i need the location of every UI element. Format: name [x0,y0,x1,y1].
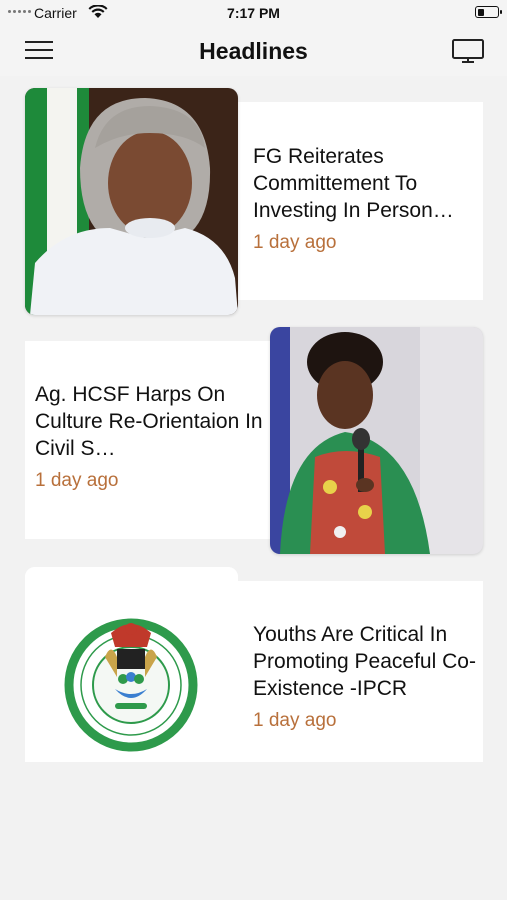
article-title[interactable]: FG Reiterates Committement To Investing … [253,143,475,224]
battery-icon [475,6,502,18]
tv-icon[interactable] [452,38,484,64]
article-card[interactable]: Youths Are Critical In Promoting Peacefu… [0,566,507,794]
article-thumbnail[interactable] [25,88,238,315]
article-thumbnail[interactable] [270,327,483,554]
article-timestamp: 1 day ago [35,470,119,491]
article-title[interactable]: Ag. HCSF Harps On Culture Re-Orientaion … [35,381,263,462]
status-bar: Carrier 7:17 PM [0,0,507,26]
article-timestamp: 1 day ago [253,710,337,731]
status-time: 7:17 PM [227,5,280,21]
article-title[interactable]: Youths Are Critical In Promoting Peacefu… [253,621,478,702]
page-title: Headlines [199,38,308,64]
article-text[interactable]: FG Reiterates Committement To Investing … [253,143,475,254]
article-text[interactable]: Ag. HCSF Harps On Culture Re-Orientaion … [35,381,263,492]
article-text[interactable]: Youths Are Critical In Promoting Peacefu… [253,621,478,732]
article-thumbnail[interactable] [25,567,238,794]
article-card[interactable]: FG Reiterates Committement To Investing … [0,88,507,315]
navigation-bar: Headlines [0,26,507,76]
article-timestamp: 1 day ago [253,232,337,253]
article-card[interactable]: Ag. HCSF Harps On Culture Re-Orientaion … [0,326,507,554]
bottom-background [0,762,507,900]
